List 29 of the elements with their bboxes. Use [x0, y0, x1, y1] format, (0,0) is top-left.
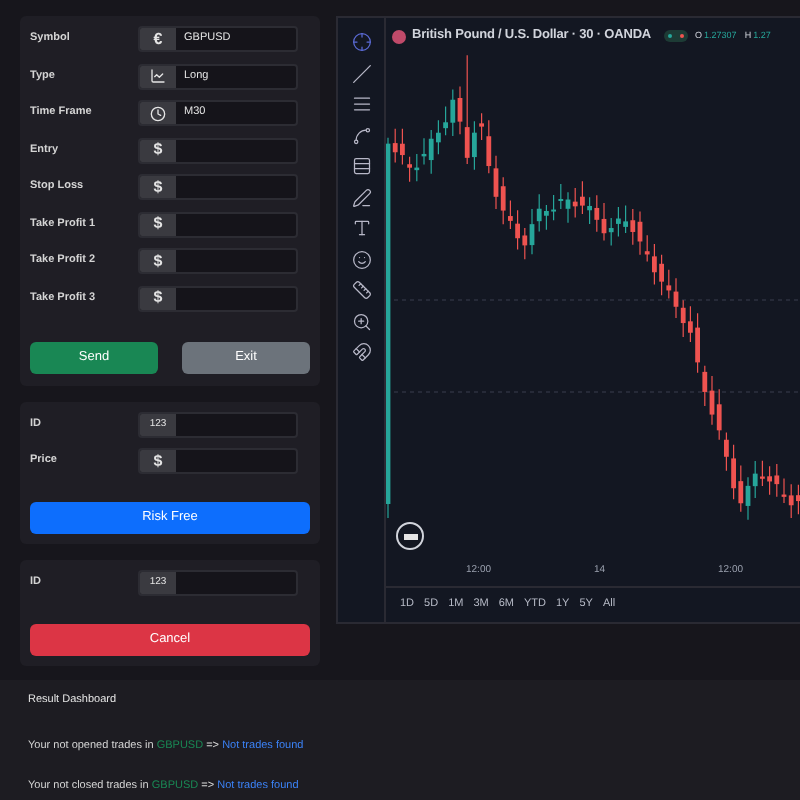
field-prefix: $ [140, 287, 176, 309]
input-field[interactable]: $ [138, 174, 298, 200]
clock-icon [150, 105, 166, 121]
field-prefix: € [140, 28, 176, 50]
magnet-icon[interactable] [351, 342, 371, 362]
smiley-icon[interactable] [351, 249, 371, 269]
pattern-icon[interactable] [351, 125, 371, 145]
input-field[interactable]: $ [138, 248, 298, 274]
ruler-icon[interactable] [351, 280, 371, 300]
field-prefix: $ [140, 139, 176, 161]
text-icon[interactable] [351, 218, 371, 238]
input-field[interactable]: $ [138, 211, 298, 237]
input-field[interactable]: $ [138, 285, 298, 311]
parallel-lines-icon[interactable] [351, 94, 371, 114]
logo-icon [396, 522, 424, 550]
line-icon[interactable] [351, 63, 371, 83]
input-field[interactable]: $ [138, 448, 298, 474]
flag-icon [392, 29, 406, 43]
crosshair-icon[interactable] [351, 32, 371, 52]
field-prefix: $ [140, 213, 176, 235]
ranges-icon[interactable] [351, 156, 371, 176]
input-field[interactable]: $ [138, 137, 298, 163]
field-prefix: $ [140, 176, 176, 198]
field-prefix: $ [140, 450, 176, 472]
chart-icon [150, 68, 166, 84]
status-icon [663, 30, 688, 42]
zoom-in-icon[interactable] [351, 311, 371, 331]
field-prefix: $ [140, 250, 176, 272]
brush-icon[interactable] [351, 187, 371, 207]
